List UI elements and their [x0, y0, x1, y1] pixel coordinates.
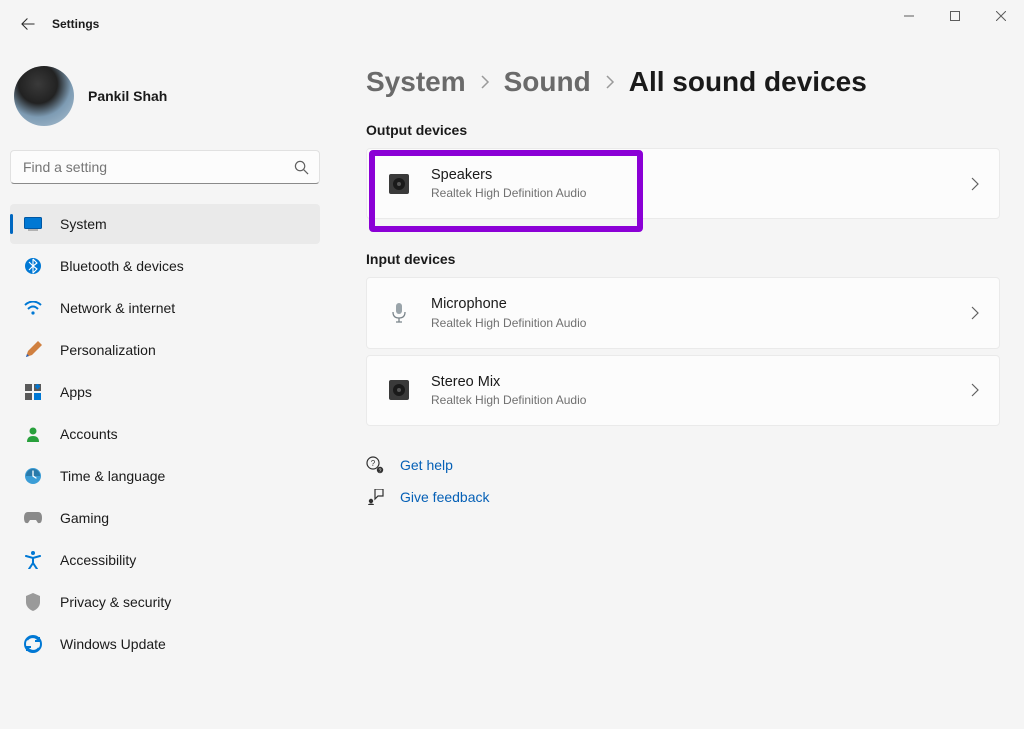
close-icon	[996, 11, 1006, 21]
profile-name: Pankil Shah	[88, 88, 167, 104]
system-icon	[24, 215, 42, 233]
sidebar-item-update[interactable]: Windows Update	[10, 624, 320, 664]
device-description: Realtek High Definition Audio	[431, 393, 971, 407]
sidebar-item-privacy[interactable]: Privacy & security	[10, 582, 320, 622]
sidebar: Pankil Shah System Bluetooth & devices N…	[0, 48, 330, 729]
app-title: Settings	[52, 17, 99, 31]
speaker-icon	[387, 378, 411, 402]
search-field[interactable]	[10, 150, 320, 184]
minimize-icon	[904, 11, 914, 21]
help-icon: ??	[366, 456, 384, 474]
window-controls	[886, 0, 1024, 32]
privacy-icon	[24, 593, 42, 611]
get-help-label: Get help	[400, 457, 453, 473]
content-area: System Sound All sound devices Output de…	[330, 48, 1024, 729]
chevron-right-icon	[971, 383, 979, 397]
sidebar-item-time[interactable]: Time & language	[10, 456, 320, 496]
device-description: Realtek High Definition Audio	[431, 316, 971, 330]
microphone-icon	[387, 301, 411, 325]
sidebar-item-label: System	[60, 216, 107, 232]
profile-block[interactable]: Pankil Shah	[10, 56, 320, 150]
avatar	[14, 66, 74, 126]
feedback-icon	[366, 488, 384, 506]
device-description: Realtek High Definition Audio	[431, 186, 971, 200]
output-devices-heading: Output devices	[366, 122, 1000, 138]
wifi-icon	[24, 299, 42, 317]
sidebar-item-bluetooth[interactable]: Bluetooth & devices	[10, 246, 320, 286]
sidebar-item-label: Network & internet	[60, 300, 175, 316]
sidebar-item-personalization[interactable]: Personalization	[10, 330, 320, 370]
nav-list: System Bluetooth & devices Network & int…	[10, 204, 320, 664]
sidebar-item-label: Time & language	[60, 468, 165, 484]
maximize-button[interactable]	[932, 0, 978, 32]
breadcrumb-system[interactable]: System	[366, 66, 466, 98]
titlebar: Settings	[0, 0, 1024, 48]
device-row-stereo-mix[interactable]: Stereo Mix Realtek High Definition Audio	[366, 355, 1000, 426]
breadcrumb-sound[interactable]: Sound	[504, 66, 591, 98]
close-button[interactable]	[978, 0, 1024, 32]
device-row-speakers[interactable]: Speakers Realtek High Definition Audio	[366, 148, 1000, 219]
accessibility-icon	[24, 551, 42, 569]
search-icon	[294, 160, 309, 175]
breadcrumb: System Sound All sound devices	[366, 66, 1000, 98]
give-feedback-label: Give feedback	[400, 489, 490, 505]
input-devices-heading: Input devices	[366, 251, 1000, 267]
bluetooth-icon	[24, 257, 42, 275]
sidebar-item-accounts[interactable]: Accounts	[10, 414, 320, 454]
sidebar-item-network[interactable]: Network & internet	[10, 288, 320, 328]
device-row-microphone[interactable]: Microphone Realtek High Definition Audio	[366, 277, 1000, 348]
maximize-icon	[950, 11, 960, 21]
svg-text:?: ?	[379, 469, 382, 475]
gaming-icon	[24, 509, 42, 527]
sidebar-item-label: Gaming	[60, 510, 109, 526]
chevron-right-icon	[480, 74, 490, 90]
give-feedback-link[interactable]: Give feedback	[366, 488, 1000, 506]
chevron-right-icon	[971, 306, 979, 320]
device-name: Microphone	[431, 296, 971, 313]
sidebar-item-accessibility[interactable]: Accessibility	[10, 540, 320, 580]
sidebar-item-label: Windows Update	[60, 636, 166, 652]
chevron-right-icon	[605, 74, 615, 90]
chevron-right-icon	[971, 177, 979, 191]
time-icon	[24, 467, 42, 485]
device-name: Speakers	[431, 167, 971, 184]
sidebar-item-label: Accounts	[60, 426, 118, 442]
personalization-icon	[24, 341, 42, 359]
back-button[interactable]	[16, 12, 40, 36]
breadcrumb-current: All sound devices	[629, 66, 867, 98]
sidebar-item-label: Accessibility	[60, 552, 136, 568]
back-arrow-icon	[21, 17, 35, 31]
sidebar-item-label: Bluetooth & devices	[60, 258, 184, 274]
get-help-link[interactable]: ?? Get help	[366, 456, 1000, 474]
device-name: Stereo Mix	[431, 374, 971, 391]
footer-links: ?? Get help Give feedback	[366, 456, 1000, 506]
speaker-icon	[387, 172, 411, 196]
sidebar-item-label: Apps	[60, 384, 92, 400]
apps-icon	[24, 383, 42, 401]
sidebar-item-system[interactable]: System	[10, 204, 320, 244]
sidebar-item-label: Privacy & security	[60, 594, 171, 610]
sidebar-item-label: Personalization	[60, 342, 156, 358]
svg-text:?: ?	[371, 459, 376, 468]
sidebar-item-apps[interactable]: Apps	[10, 372, 320, 412]
minimize-button[interactable]	[886, 0, 932, 32]
update-icon	[24, 635, 42, 653]
accounts-icon	[24, 425, 42, 443]
sidebar-item-gaming[interactable]: Gaming	[10, 498, 320, 538]
search-input[interactable]	[23, 159, 294, 175]
